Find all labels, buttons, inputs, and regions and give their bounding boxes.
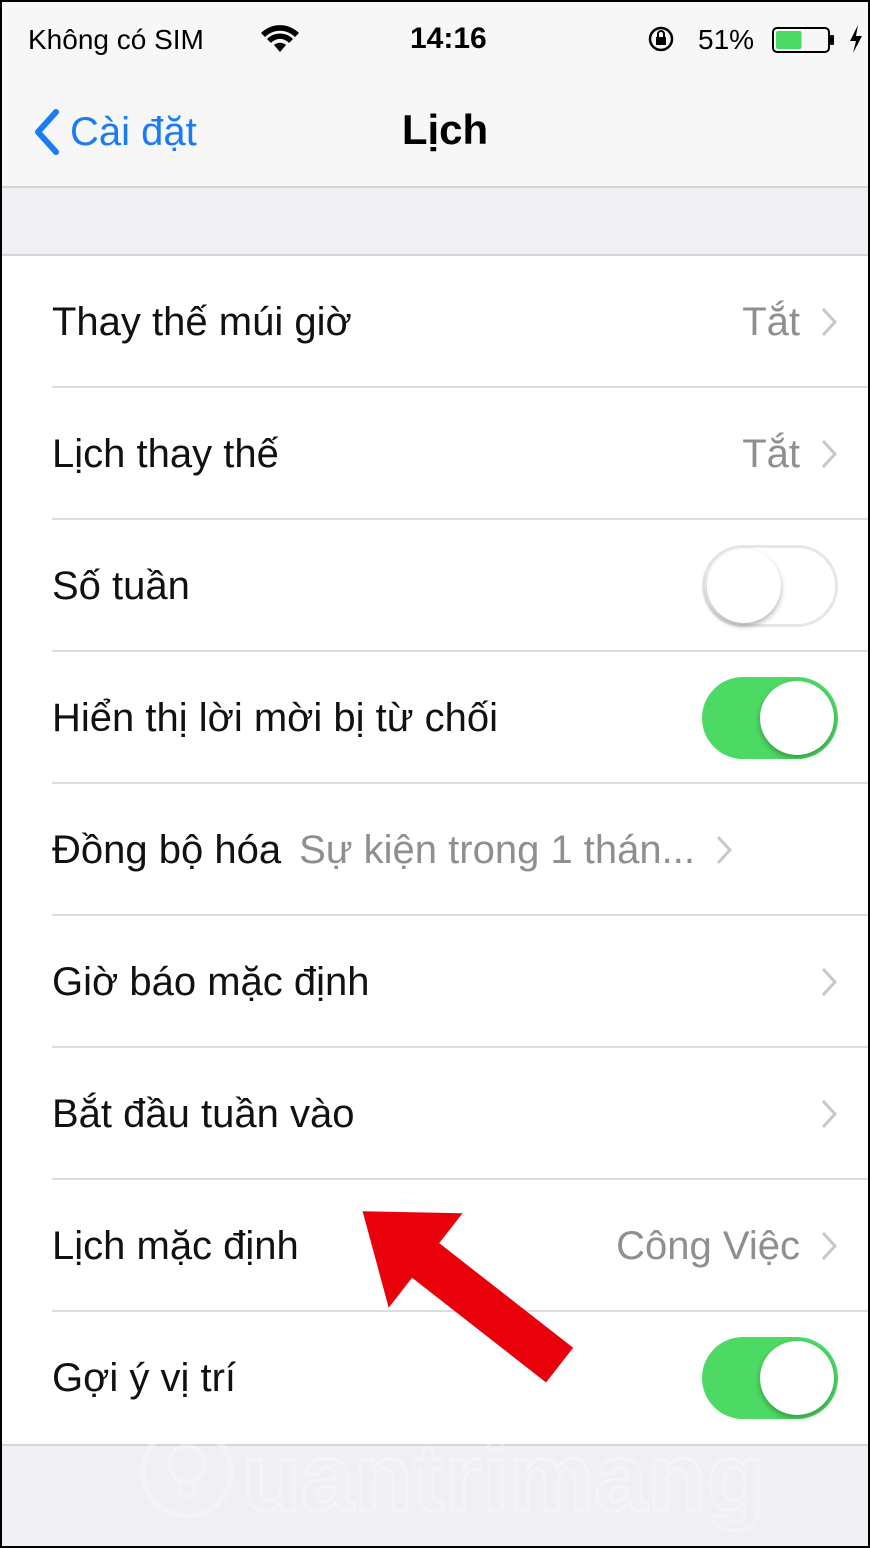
row-label: Gợi ý vị trí <box>52 1355 237 1400</box>
carrier-label: Không có SIM <box>28 24 204 55</box>
row-value: Sự kiện trong 1 thán... <box>299 827 695 872</box>
show-declined-events-toggle[interactable] <box>702 677 838 759</box>
row-label: Lịch mặc định <box>52 1223 299 1268</box>
red-arrow-annotation <box>362 1211 574 1383</box>
status-time: 14:16 <box>410 22 487 55</box>
battery-icon <box>772 27 834 53</box>
row-week-numbers: Số tuần <box>2 520 868 652</box>
row-alternate-calendars[interactable]: Lịch thay thế Tắt <box>2 388 868 520</box>
charging-bolt-icon <box>850 25 862 53</box>
chevron-right-icon <box>821 307 838 337</box>
week-numbers-toggle[interactable] <box>702 545 838 627</box>
row-label: Lịch thay thế <box>52 431 279 476</box>
row-show-declined-events: Hiển thị lời mời bị từ chối <box>2 652 868 784</box>
toggle-knob <box>760 681 834 755</box>
row-start-week-on[interactable]: Bắt đầu tuần vào <box>2 1048 868 1180</box>
chevron-right-icon <box>821 439 838 469</box>
screenshot-frame: Không có SIM 14:16 51% Cài đặt Lịch Thay… <box>0 0 870 1548</box>
row-time-zone-override[interactable]: Thay thế múi giờ Tắt <box>2 256 868 388</box>
row-sync[interactable]: Đồng bộ hóa Sự kiện trong 1 thán... <box>2 784 868 916</box>
status-bar: Không có SIM 14:16 51% <box>2 2 868 82</box>
quantrimang-watermark-logo: uantrimang <box>140 1423 766 1533</box>
page-title: Lịch <box>401 106 489 153</box>
battery-percent: 51% <box>698 24 755 55</box>
row-default-alert-times[interactable]: Giờ báo mặc định <box>2 916 868 1048</box>
row-label: Đồng bộ hóa <box>52 827 282 872</box>
row-label: Bắt đầu tuần vào <box>52 1091 355 1136</box>
row-label: Giờ báo mặc định <box>52 959 370 1004</box>
row-label: Hiển thị lời mời bị từ chối <box>52 695 499 740</box>
row-value: Tắt <box>742 299 800 344</box>
row-label: Số tuần <box>52 563 190 608</box>
chevron-right-icon <box>821 1231 838 1261</box>
orientation-lock-icon <box>648 26 674 52</box>
chevron-right-icon <box>716 835 733 865</box>
row-value: Tắt <box>742 431 800 476</box>
wifi-icon <box>261 25 299 52</box>
toggle-knob <box>707 549 781 623</box>
row-value: Công Việc <box>616 1223 800 1268</box>
row-label: Thay thế múi giờ <box>52 299 352 344</box>
chevron-right-icon <box>821 1099 838 1129</box>
chevron-right-icon <box>821 967 838 997</box>
navigation-bar: Cài đặt Lịch <box>2 82 868 188</box>
svg-text:uantrimang: uantrimang <box>242 1424 765 1531</box>
